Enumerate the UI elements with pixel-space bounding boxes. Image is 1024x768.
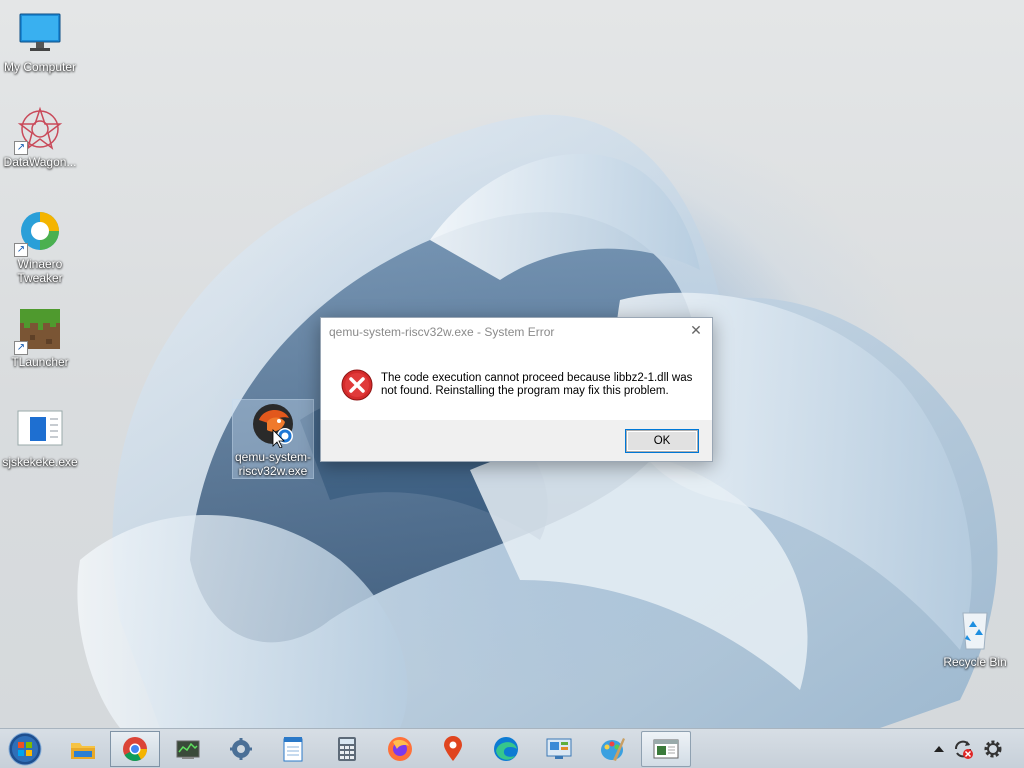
task-manager-icon[interactable] bbox=[165, 731, 211, 767]
error-icon bbox=[341, 369, 373, 404]
firefox-icon[interactable] bbox=[377, 731, 423, 767]
settings-gear-icon[interactable] bbox=[218, 731, 264, 767]
file-explorer-icon[interactable] bbox=[60, 731, 106, 767]
monitor-icon bbox=[16, 10, 64, 58]
gear-icon[interactable] bbox=[982, 738, 1004, 763]
window-app-icon[interactable] bbox=[641, 731, 691, 767]
calculator-icon[interactable] bbox=[324, 731, 370, 767]
desktop-icon-label: TLauncher bbox=[11, 355, 69, 369]
dialog-footer: OK bbox=[321, 420, 712, 461]
desktop-icon-datawagon[interactable]: ↗ DataWagon... bbox=[0, 105, 80, 169]
system-tray bbox=[934, 729, 1024, 768]
grass-block-icon: ↗ bbox=[14, 305, 64, 355]
desktop-icon-winaero-tweaker[interactable]: ↗ Winaero Tweaker bbox=[0, 207, 80, 285]
desktop-icon-label: My Computer bbox=[3, 60, 77, 74]
system-error-dialog: qemu-system-riscv32w.exe - System Error … bbox=[320, 317, 713, 462]
shortcut-arrow-icon: ↗ bbox=[14, 341, 28, 355]
winaero-icon: ↗ bbox=[14, 207, 64, 257]
chrome-icon[interactable] bbox=[110, 731, 160, 767]
notepad-icon[interactable] bbox=[270, 731, 316, 767]
sync-refresh-icon[interactable] bbox=[952, 738, 974, 763]
maps-pin-icon[interactable] bbox=[430, 731, 476, 767]
ok-button[interactable]: OK bbox=[625, 429, 699, 453]
close-icon[interactable]: ✕ bbox=[686, 322, 706, 340]
desktop-icon-label: sjskekeke.exe bbox=[2, 455, 78, 469]
desktop-icon-recycle-bin[interactable]: Recycle Bin bbox=[935, 605, 1015, 669]
start-orb-icon[interactable] bbox=[6, 731, 44, 767]
desktop-icon-sjskekeke[interactable]: sjskekeke.exe bbox=[0, 405, 80, 469]
desktop-icon-qemu[interactable]: qemu-system-riscv32w.exe bbox=[232, 399, 314, 479]
desktop-icon-label: qemu-system-riscv32w.exe bbox=[234, 450, 311, 478]
taskbar bbox=[0, 728, 1024, 768]
edge-icon[interactable] bbox=[483, 731, 529, 767]
desktop-icon-my-computer[interactable]: My Computer bbox=[0, 10, 80, 74]
shortcut-arrow-icon: ↗ bbox=[14, 243, 28, 257]
dialog-title: qemu-system-riscv32w.exe - System Error bbox=[329, 325, 555, 339]
datawagon-icon: ↗ bbox=[14, 105, 64, 155]
paint-icon[interactable] bbox=[589, 731, 635, 767]
control-panel-icon[interactable] bbox=[536, 731, 582, 767]
desktop-icon-label: DataWagon... bbox=[3, 155, 77, 169]
recycle-bin-icon bbox=[951, 605, 999, 653]
desktop-icon-tlauncher[interactable]: ↗ TLauncher bbox=[0, 305, 80, 369]
show-hidden-icons[interactable] bbox=[934, 742, 944, 756]
dialog-body: The code execution cannot proceed becaus… bbox=[321, 350, 712, 422]
desktop-icon-label: Winaero Tweaker bbox=[17, 257, 63, 285]
desktop-icon-label: Recycle Bin bbox=[943, 655, 1007, 669]
shortcut-arrow-icon: ↗ bbox=[14, 141, 28, 155]
qemu-icon bbox=[249, 400, 297, 449]
exe-window-icon bbox=[16, 405, 64, 453]
dialog-message: The code execution cannot proceed becaus… bbox=[381, 372, 693, 397]
